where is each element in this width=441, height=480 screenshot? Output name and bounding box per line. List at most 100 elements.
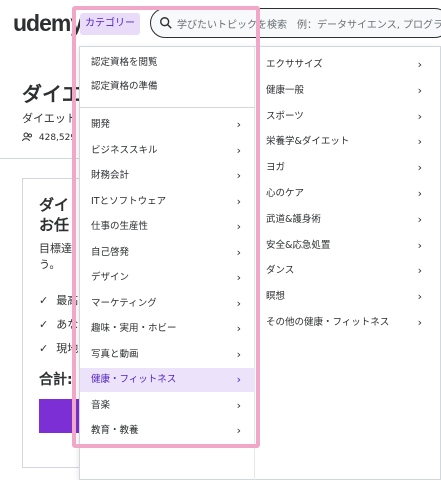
submenu-item-label: 安全&応急処置: [266, 239, 331, 251]
chevron-right-icon: ›: [236, 271, 241, 284]
chevron-right-icon: ›: [236, 118, 241, 131]
course-title: ダイエ: [22, 82, 82, 106]
menu-item-label: ITとソフトウェア: [91, 195, 167, 207]
submenu-item-general-health[interactable]: 健康一般 ›: [256, 79, 441, 103]
menu-item-label: 写真と動画: [91, 348, 139, 360]
chevron-right-icon: ›: [236, 169, 241, 182]
student-count-value: 428,529: [38, 133, 77, 143]
chevron-right-icon: ›: [417, 109, 422, 123]
submenu-item-nutrition-diet[interactable]: 栄養学&ダイエット ›: [256, 130, 441, 154]
menu-item-label: 音楽: [91, 399, 111, 411]
users-icon: [22, 132, 32, 142]
chevron-right-icon: ›: [236, 296, 241, 310]
check-item: ✓ 現地: [39, 340, 78, 356]
card-title: ダイ お任: [39, 195, 69, 235]
menu-item-finance[interactable]: 財務会計 ›: [80, 164, 255, 188]
menu-item-marketing[interactable]: マーケティング ›: [80, 292, 255, 316]
menu-item-label: 仕事の生産性: [91, 221, 149, 232]
menu-item-label: ビジネススキル: [91, 144, 158, 156]
menu-item-label: 自己啓発: [91, 246, 130, 258]
menu-item-music[interactable]: 音楽 ›: [80, 394, 255, 418]
chevron-right-icon: ›: [236, 398, 241, 412]
menu-item-health-fitness[interactable]: 健康・フィットネス ›: [80, 368, 255, 392]
course-subtitle: ダイエット: [22, 112, 77, 125]
menu-item-label: 開発: [91, 119, 111, 130]
check-text: 現地: [56, 342, 79, 355]
chevron-right-icon: ›: [236, 220, 241, 233]
submenu-item-label: 栄養学&ダイエット: [266, 136, 350, 148]
menu-item-productivity[interactable]: 仕事の生産性 ›: [80, 215, 255, 239]
search-icon: [160, 17, 172, 29]
check-item: ✓ あな: [39, 316, 78, 332]
card-text-line2: う。: [39, 258, 61, 271]
card-title-line1: ダイ: [39, 196, 70, 214]
submenu-item-label: 心のケア: [266, 188, 305, 199]
chevron-right-icon: ›: [417, 135, 422, 149]
submenu-item-dance[interactable]: ダンス ›: [256, 259, 441, 283]
menu-item-photo-video[interactable]: 写真と動画 ›: [80, 343, 255, 367]
chevron-right-icon: ›: [236, 322, 241, 335]
search-input[interactable]: 学びたいトピックを検索 例：データサイエンス, プログラミング: [177, 16, 441, 31]
chevron-right-icon: ›: [236, 373, 241, 386]
menu-item-education[interactable]: 教育・教養 ›: [80, 419, 255, 443]
submenu-item-label: 武道&護身術: [266, 213, 321, 225]
search-bar[interactable]: 学びたいトピックを検索 例：データサイエンス, プログラミング: [150, 8, 441, 38]
chevron-right-icon: ›: [236, 347, 241, 361]
menu-item-prepare-certifications[interactable]: 認定資格の準備: [80, 75, 255, 99]
udemy-logo[interactable]: udemy: [13, 10, 83, 37]
menu-item-browse-certifications[interactable]: 認定資格を閲覧: [80, 51, 255, 75]
menu-separator: [80, 107, 255, 108]
submenu-item-label: 健康一般: [266, 84, 305, 96]
menu-item-label: マーケティング: [91, 297, 157, 309]
submenu-item-label: ヨガ: [266, 162, 286, 174]
check-item: ✓ 最高: [39, 292, 78, 308]
submenu-item-sports[interactable]: スポーツ ›: [256, 105, 441, 129]
chevron-right-icon: ›: [417, 212, 422, 226]
chevron-right-icon: ›: [417, 238, 422, 252]
chevron-right-icon: ›: [236, 245, 241, 259]
menu-item-design[interactable]: デザイン ›: [80, 266, 255, 290]
submenu-item-yoga[interactable]: ヨガ ›: [256, 156, 441, 180]
chevron-right-icon: ›: [236, 194, 241, 208]
submenu-item-label: エクササイズ: [266, 59, 323, 70]
check-icon: ✓: [39, 294, 49, 307]
chevron-right-icon: ›: [417, 290, 422, 304]
chevron-right-icon: ›: [417, 316, 422, 329]
category-mega-menu: 認定資格を閲覧 認定資格の準備 開発 › ビジネススキル › 財務会計 › ITとソフ…: [79, 46, 441, 480]
submenu-item-exercise[interactable]: エクササイズ ›: [256, 53, 441, 77]
submenu-item-safety-first-aid[interactable]: 安全&応急処置 ›: [256, 234, 441, 258]
chevron-right-icon: ›: [417, 83, 422, 97]
menu-item-label: 財務会計: [91, 170, 130, 181]
menu-item-lifestyle[interactable]: 趣味・実用・ホビー ›: [80, 317, 255, 341]
menu-item-label: 認定資格を閲覧: [91, 57, 158, 68]
logo-text: udemy: [13, 10, 83, 36]
card-text-line1: 目標達: [39, 242, 72, 255]
submenu-item-meditation[interactable]: 瞑想 ›: [256, 285, 441, 309]
submenu-item-label: 瞑想: [266, 291, 286, 303]
submenu-item-martial-arts[interactable]: 武道&護身術 ›: [256, 208, 441, 232]
menu-item-personal-development[interactable]: 自己啓発 ›: [80, 241, 255, 265]
menu-item-label: デザイン: [91, 272, 130, 283]
category-button[interactable]: カテゴリー: [80, 13, 140, 35]
menu-item-business[interactable]: ビジネススキル ›: [80, 139, 255, 163]
card-text: 目標達 う。: [39, 241, 72, 273]
check-text: あな: [56, 318, 79, 331]
submenu-item-mental-health[interactable]: 心のケア ›: [256, 182, 441, 206]
chevron-right-icon: ›: [236, 424, 241, 437]
submenu-item-label: ダンス: [266, 265, 295, 277]
submenu-item-other-health[interactable]: その他の健康・フィットネス ›: [256, 311, 441, 335]
check-icon: ✓: [39, 342, 49, 355]
chevron-right-icon: ›: [417, 161, 422, 175]
subcategory-list: エクササイズ › 健康一般 › スポーツ › 栄養学&ダイエット › ヨガ › 心のケア ›…: [256, 47, 441, 480]
menu-item-label: 認定資格の準備: [91, 81, 158, 92]
submenu-item-label: スポーツ: [266, 110, 304, 122]
check-icon: ✓: [39, 318, 49, 331]
total-label: 合計:: [39, 372, 73, 388]
menu-item-development[interactable]: 開発 ›: [80, 113, 255, 137]
top-header: udemy カテゴリー 学びたいトピックを検索 例：データサイエンス, プログラ…: [0, 0, 441, 46]
student-count: 428,529: [22, 132, 76, 143]
menu-item-label: 教育・教養: [91, 425, 139, 436]
menu-item-label: 趣味・実用・ホビー: [91, 323, 177, 334]
menu-item-label: 健康・フィットネス: [91, 374, 177, 385]
menu-item-it-software[interactable]: ITとソフトウェア ›: [80, 190, 255, 214]
